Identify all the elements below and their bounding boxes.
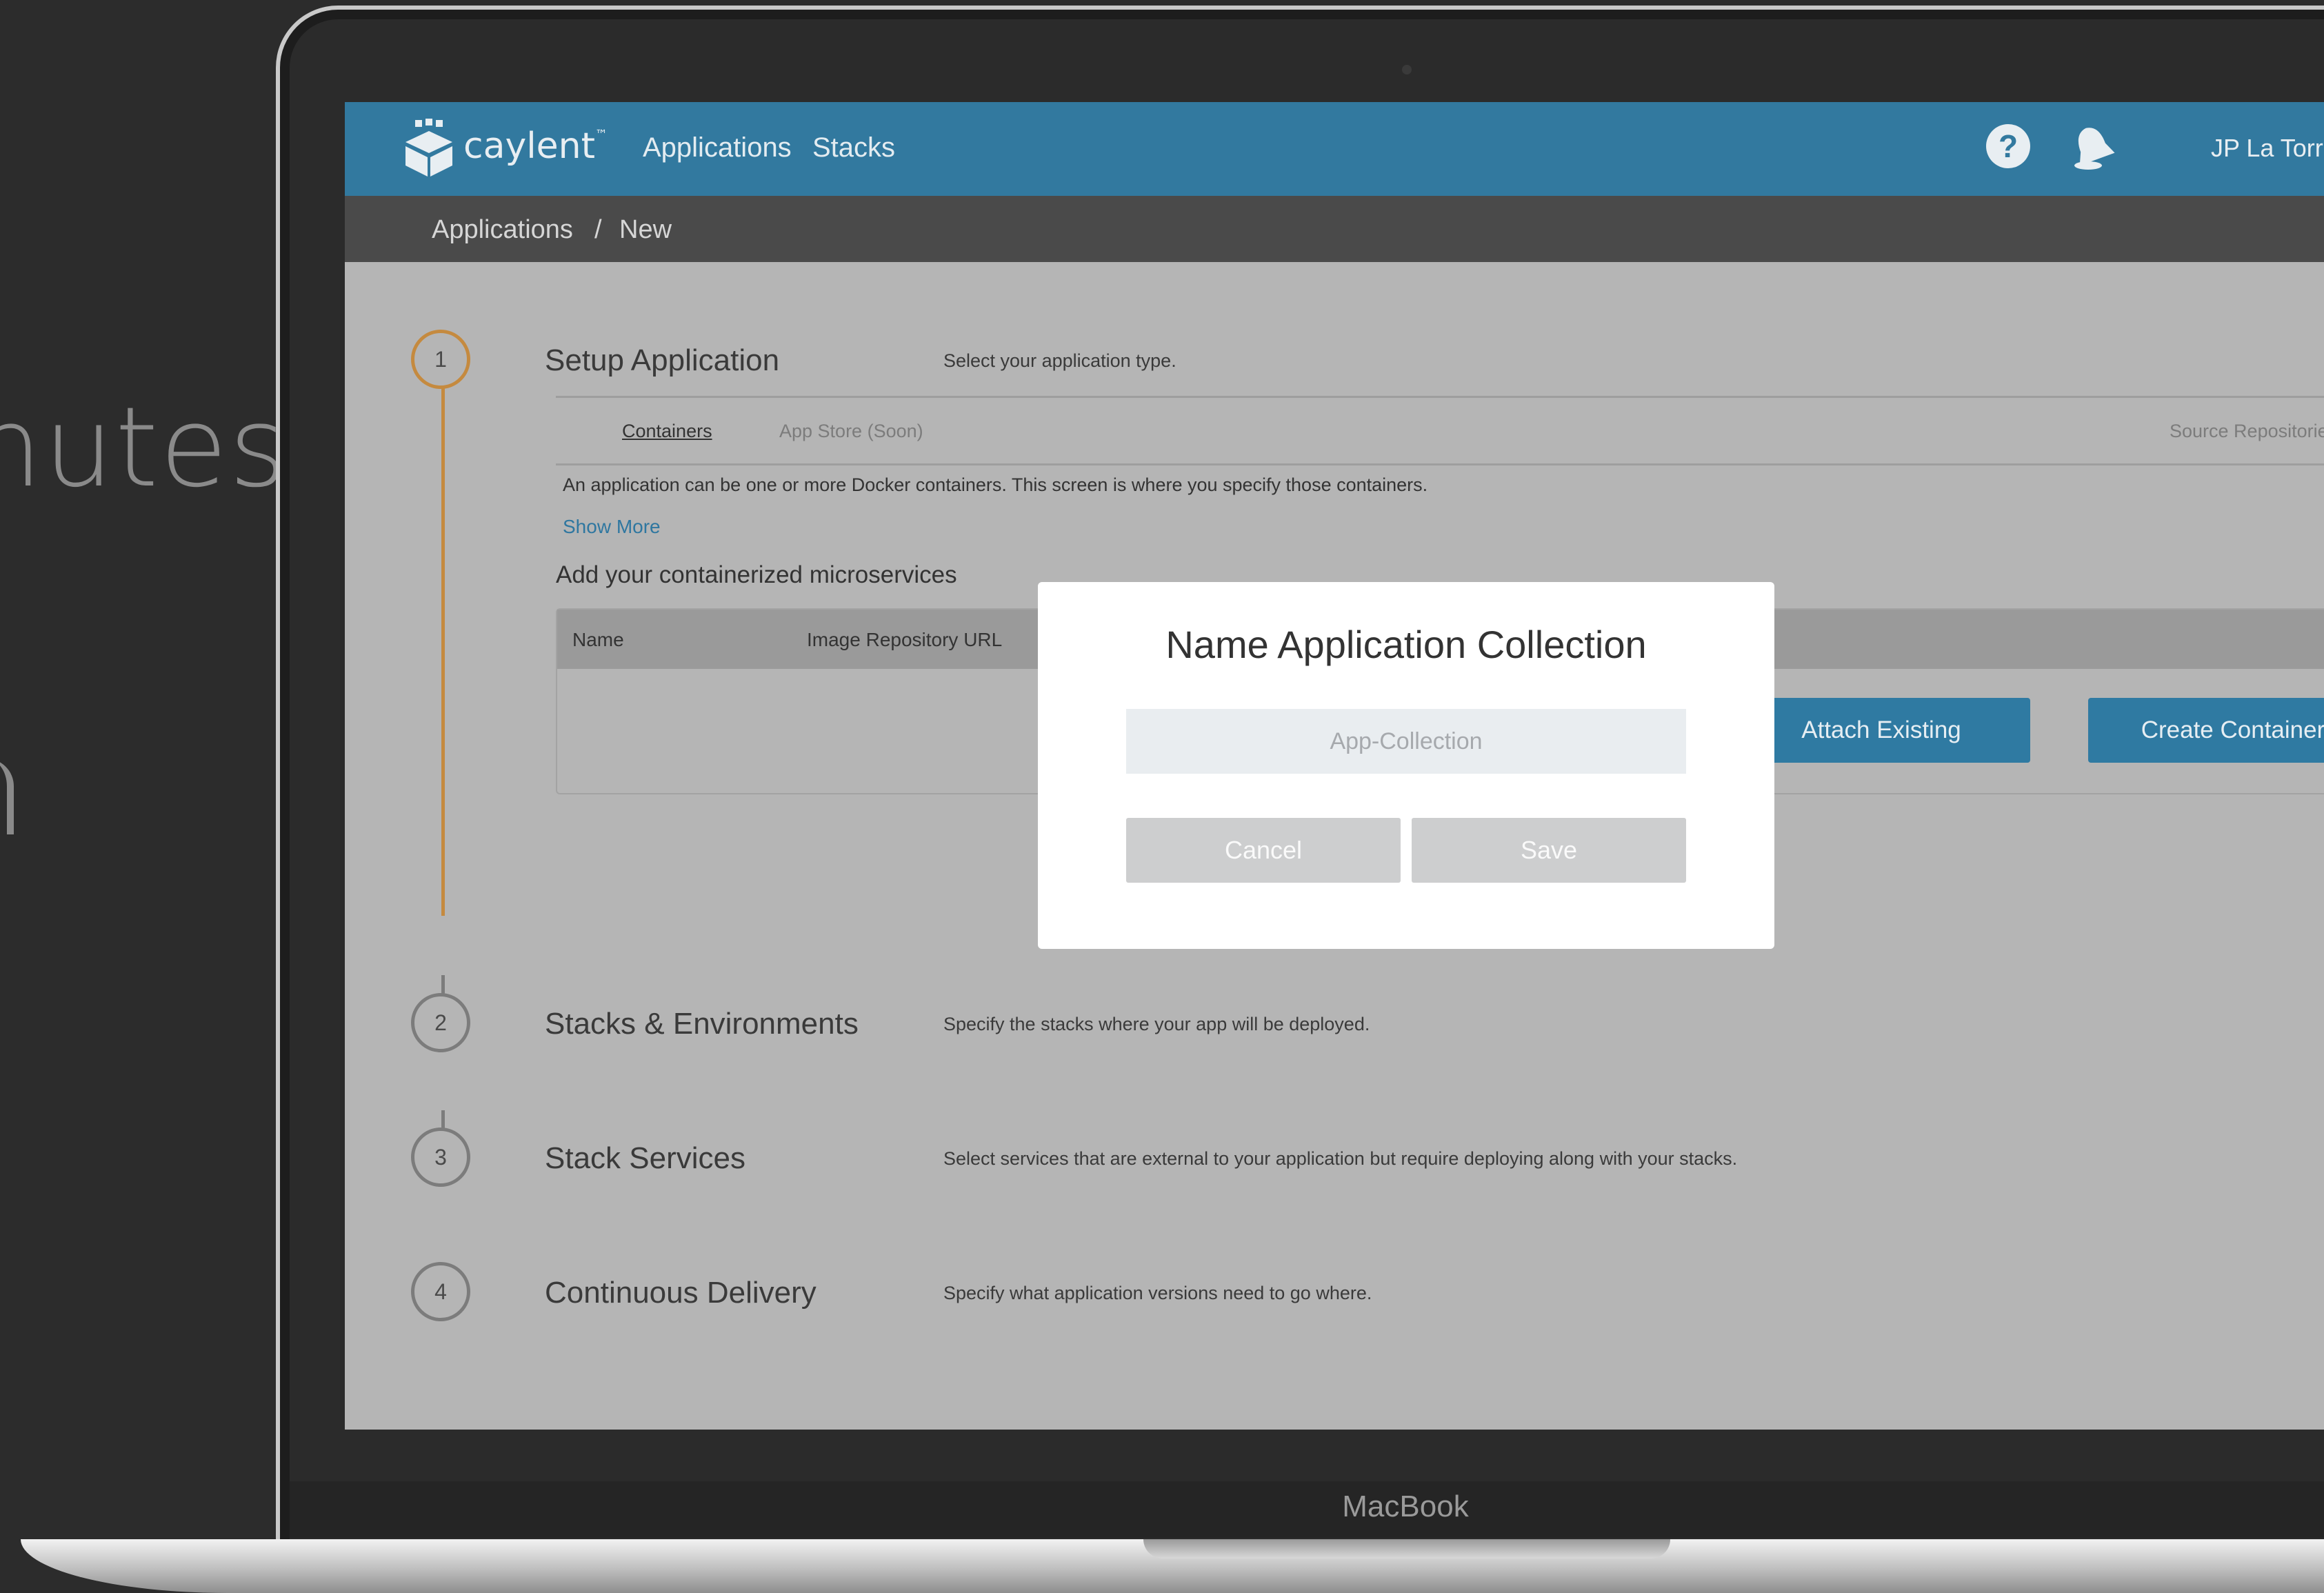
device-label: MacBook — [1342, 1490, 1469, 1523]
step-3-description: Select services that are external to you… — [943, 1148, 1738, 1169]
step-connector-1 — [441, 359, 445, 916]
tab-source-repositories[interactable]: Source Repositories — [2170, 421, 2324, 442]
caylent-logo-icon — [405, 119, 452, 177]
background-headline-fragment: nutes — [0, 383, 288, 512]
step-1-description: Select your application type. — [943, 350, 1176, 371]
step-1-title: Setup Application — [545, 343, 780, 377]
divider — [556, 396, 2324, 398]
tabs-divider — [556, 463, 2324, 465]
step-2-title: Stacks & Environments — [545, 1007, 859, 1041]
step-1-indicator: 1 — [411, 330, 470, 389]
help-icon[interactable]: ? — [1986, 124, 2030, 168]
step-4-indicator: 4 — [411, 1262, 470, 1321]
show-more-link[interactable]: Show More — [563, 516, 661, 538]
breadcrumb-applications[interactable]: Applications — [432, 215, 573, 245]
laptop-notch — [1143, 1539, 1670, 1559]
step-3-title: Stack Services — [545, 1141, 745, 1175]
step-2-indicator: 2 — [411, 993, 470, 1052]
breadcrumb-separator: / — [594, 215, 602, 244]
nav-stacks[interactable]: Stacks — [812, 132, 895, 163]
background-letter-fragment — [0, 759, 14, 834]
bell-icon[interactable] — [2069, 123, 2117, 172]
step-2-description: Specify the stacks where your app will b… — [943, 1014, 1370, 1034]
create-container-button[interactable]: Create Container — [2088, 698, 2324, 763]
top-navbar: caylent™ Applications Stacks ? JP La Tor… — [345, 102, 2324, 196]
name-collection-modal: Name Application Collection Cancel Save — [1038, 582, 1774, 949]
breadcrumb: Applications / New — [345, 196, 2324, 262]
step-4-description: Specify what application versions need t… — [943, 1283, 1372, 1303]
modal-title: Name Application Collection — [1165, 623, 1647, 666]
breadcrumb-current: New — [619, 215, 672, 244]
setup-description: An application can be one or more Docker… — [563, 474, 1428, 495]
cancel-button[interactable]: Cancel — [1126, 818, 1401, 883]
user-menu[interactable]: JP La Torre — [2211, 134, 2324, 163]
save-button[interactable]: Save — [1412, 818, 1686, 883]
camera-icon — [1402, 65, 1412, 74]
column-image-url: Image Repository URL — [807, 629, 1003, 650]
tab-app-store: App Store (Soon) — [779, 421, 923, 441]
brand-name[interactable]: caylent™ — [463, 126, 608, 167]
tab-containers[interactable]: Containers — [622, 421, 712, 442]
step-3-indicator: 3 — [411, 1128, 470, 1187]
step-4-title: Continuous Delivery — [545, 1276, 817, 1310]
nav-applications[interactable]: Applications — [643, 132, 792, 163]
laptop-screen: caylent™ Applications Stacks ? JP La Tor… — [345, 102, 2324, 1430]
collection-name-input[interactable] — [1126, 709, 1686, 774]
column-name: Name — [572, 629, 624, 650]
microservices-heading: Add your containerized microservices — [556, 561, 957, 588]
attach-existing-button[interactable]: Attach Existing — [1732, 698, 2030, 763]
